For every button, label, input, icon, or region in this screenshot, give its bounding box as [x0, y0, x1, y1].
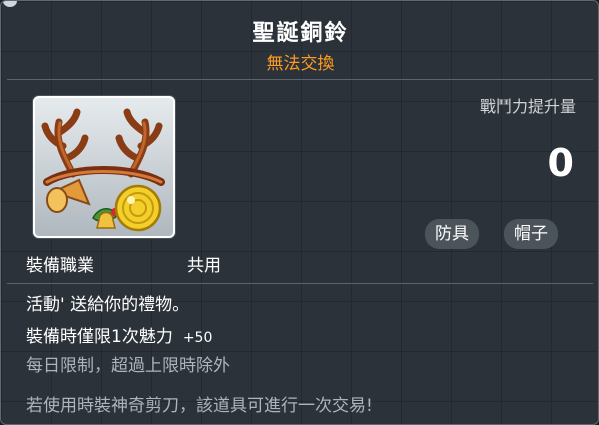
description-line: 若使用時裝神奇剪刀，該道具可進行一次交易!	[26, 396, 373, 416]
corner-ornament-icon	[3, 1, 17, 7]
description-line: 每日限制，超過上限時除外	[26, 356, 230, 376]
category-tag: 防具	[425, 219, 479, 249]
description-line: 活動' 送給你的禮物。	[26, 295, 190, 315]
item-name: 聖誕銅鈴	[252, 21, 349, 46]
reindeer-antler-bell-headband-icon	[41, 108, 165, 232]
trade-status: 無法交換	[266, 54, 335, 74]
power-increase-label: 戰鬥力提升量	[479, 97, 576, 116]
description-text: 裝備時僅限1次魅力	[26, 327, 173, 347]
item-tooltip: 聖誕銅鈴 無法交換 戰鬥力提升量 0 防具 帽子 裝備職業 共用 活動' 送給你…	[0, 0, 599, 425]
divider	[7, 283, 593, 284]
description-line: 裝備時僅限1次魅力 +50	[26, 322, 212, 347]
charm-stat-value: +50	[182, 330, 213, 346]
power-increase-value: 0	[547, 141, 574, 185]
item-icon-frame	[33, 96, 175, 238]
divider	[7, 79, 593, 80]
subcategory-tag: 帽子	[504, 219, 558, 249]
job-value: 共用	[187, 256, 221, 276]
job-label: 裝備職業	[26, 256, 94, 276]
